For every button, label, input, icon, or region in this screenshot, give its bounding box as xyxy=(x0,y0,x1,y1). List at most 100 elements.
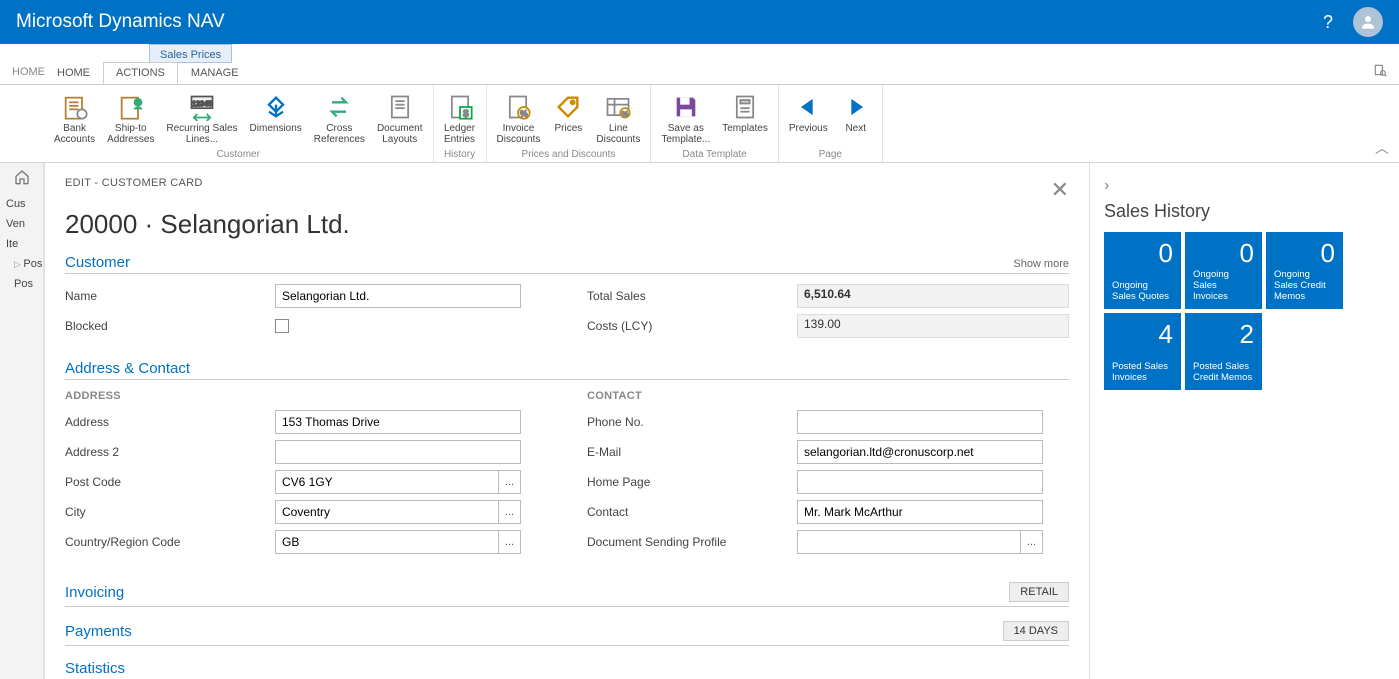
ribbon-prices[interactable]: Prices xyxy=(546,89,590,147)
ledger-entries-icon: $ xyxy=(446,91,474,123)
tile-ongoing-sales-credit-memos[interactable]: 0Ongoing Sales Credit Memos xyxy=(1266,232,1343,309)
ribbon-recurring-sales-lines[interactable]: 12345 Recurring SalesLines... xyxy=(160,89,243,147)
tile-caption: Posted Sales Invoices xyxy=(1112,362,1173,384)
sales-history-title: Sales History xyxy=(1104,201,1385,222)
recurring-sales-lines-label: Recurring SalesLines... xyxy=(166,123,237,145)
sidebar-item-1[interactable]: Ven xyxy=(0,214,43,234)
ribbon-group-label: History xyxy=(438,147,482,162)
ribbon-templates[interactable]: Templates xyxy=(716,89,774,147)
user-avatar[interactable] xyxy=(1353,7,1383,37)
ribbon-document-layouts[interactable]: DocumentLayouts xyxy=(371,89,429,147)
svg-text:%: % xyxy=(521,109,528,118)
cross-references-icon xyxy=(325,91,353,123)
docsend-label: Document Sending Profile xyxy=(587,535,797,549)
phone-label: Phone No. xyxy=(587,415,797,429)
sidebar-item-4[interactable]: Pos xyxy=(0,274,43,294)
next-icon xyxy=(842,91,870,123)
help-icon[interactable]: ? xyxy=(1323,12,1333,33)
sub-tab-sales-prices[interactable]: Sales Prices xyxy=(149,44,232,63)
titlebar: Microsoft Dynamics NAV ? xyxy=(0,0,1399,44)
docsend-field[interactable] xyxy=(797,530,1021,554)
prices-label: Prices xyxy=(555,123,583,134)
tab-home[interactable]: HOME xyxy=(44,62,103,84)
contact-field[interactable] xyxy=(797,500,1043,524)
name-field[interactable] xyxy=(275,284,521,308)
homepage-field[interactable] xyxy=(797,470,1043,494)
sidebar-item-2[interactable]: Ite xyxy=(0,234,43,254)
ribbon: BankAccounts Ship-toAddresses 12345 Recurri… xyxy=(0,85,1399,163)
sidebar-item-3[interactable]: ▷ Pos xyxy=(0,254,43,274)
ribbon-bank-accounts[interactable]: BankAccounts xyxy=(48,89,101,147)
postcode-lookup-button[interactable]: ... xyxy=(499,470,521,494)
tile-count: 2 xyxy=(1193,319,1254,362)
ribbon-invoice-discounts[interactable]: % InvoiceDiscounts xyxy=(491,89,547,147)
tile-posted-sales-invoices[interactable]: 4Posted Sales Invoices xyxy=(1104,313,1181,390)
ribbon-group-label: Prices and Discounts xyxy=(491,147,647,162)
factbox-chevron-icon[interactable]: › xyxy=(1104,177,1385,195)
country-field[interactable] xyxy=(275,530,499,554)
dimensions-icon xyxy=(262,91,290,123)
blocked-checkbox[interactable] xyxy=(275,319,289,333)
email-field[interactable] xyxy=(797,440,1043,464)
blocked-label: Blocked xyxy=(65,319,275,333)
section-invoicing-title[interactable]: Invoicing xyxy=(65,584,124,601)
total-sales-value: 6,510.64 xyxy=(797,284,1069,308)
ribbon-dimensions[interactable]: Dimensions xyxy=(244,89,308,147)
sidebar-item-0[interactable]: Cus xyxy=(0,194,43,214)
svg-text:$: $ xyxy=(463,108,469,118)
home-breadcrumb[interactable]: HOME xyxy=(0,62,44,84)
ribbon-group-label: Page xyxy=(783,147,878,162)
tile-posted-sales-credit-memos[interactable]: 2Posted Sales Credit Memos xyxy=(1185,313,1262,390)
country-lookup-button[interactable]: ... xyxy=(499,530,521,554)
ribbon-cross-references[interactable]: CrossReferences xyxy=(308,89,371,147)
invoice-discounts-icon: % xyxy=(504,91,532,123)
country-label: Country/Region Code xyxy=(65,535,275,549)
save-as-template-label: Save asTemplate... xyxy=(661,123,710,145)
ribbon-collapse-icon[interactable]: ︿ xyxy=(1375,138,1389,158)
ship-to-addresses-icon xyxy=(117,91,145,123)
docsend-lookup-button[interactable]: ... xyxy=(1021,530,1043,554)
section-customer-title[interactable]: Customer xyxy=(65,254,130,271)
app-title: Microsoft Dynamics NAV xyxy=(16,11,225,33)
ribbon-ship-to-addresses[interactable]: Ship-toAddresses xyxy=(101,89,160,147)
address2-field[interactable] xyxy=(275,440,521,464)
city-lookup-button[interactable]: ... xyxy=(499,500,521,524)
next-label: Next xyxy=(845,123,866,134)
tab-manage[interactable]: MANAGE xyxy=(178,62,252,84)
line-discounts-label: LineDiscounts xyxy=(596,123,640,145)
section-address-contact-title[interactable]: Address & Contact xyxy=(65,360,190,377)
ribbon-group-label: Customer xyxy=(48,147,429,162)
postcode-label: Post Code xyxy=(65,475,275,489)
home-icon[interactable] xyxy=(0,163,43,194)
address-field[interactable] xyxy=(275,410,521,434)
ribbon-ledger-entries[interactable]: $LedgerEntries xyxy=(438,89,482,147)
previous-label: Previous xyxy=(789,123,828,134)
ribbon-line-discounts[interactable]: %LineDiscounts xyxy=(590,89,646,147)
tile-ongoing-sales-quotes[interactable]: 0Ongoing Sales Quotes xyxy=(1104,232,1181,309)
postcode-field[interactable] xyxy=(275,470,499,494)
ribbon-save-as-template[interactable]: Save asTemplate... xyxy=(655,89,716,147)
total-sales-label: Total Sales xyxy=(587,289,797,303)
tile-count: 4 xyxy=(1112,319,1173,362)
bank-accounts-label: BankAccounts xyxy=(54,123,95,145)
tile-count: 0 xyxy=(1193,238,1254,270)
card-title: 20000 · Selangorian Ltd. xyxy=(65,209,1069,240)
tile-ongoing-sales-invoices[interactable]: 0Ongoing Sales Invoices xyxy=(1185,232,1262,309)
invoice-discounts-label: InvoiceDiscounts xyxy=(497,123,541,145)
customer-card: EDIT - CUSTOMER CARD ✕ 20000 · Selangori… xyxy=(45,163,1089,679)
svg-text:12345: 12345 xyxy=(192,101,212,108)
tab-actions[interactable]: ACTIONS xyxy=(103,62,178,84)
city-field[interactable] xyxy=(275,500,499,524)
section-payments-title[interactable]: Payments xyxy=(65,623,132,640)
ribbon-next[interactable]: Next xyxy=(834,89,878,147)
line-discounts-icon: % xyxy=(604,91,632,123)
phone-field[interactable] xyxy=(797,410,1043,434)
save-as-template-icon xyxy=(672,91,700,123)
show-more-link[interactable]: Show more xyxy=(1013,258,1069,270)
section-statistics-title[interactable]: Statistics xyxy=(65,660,125,677)
close-icon[interactable]: ✕ xyxy=(1051,177,1069,203)
navigation-sidebar: CusVenIte▷ PosPos xyxy=(0,163,44,679)
ribbon-previous[interactable]: Previous xyxy=(783,89,834,147)
costs-label: Costs (LCY) xyxy=(587,319,797,333)
search-page-icon[interactable] xyxy=(1373,63,1387,80)
